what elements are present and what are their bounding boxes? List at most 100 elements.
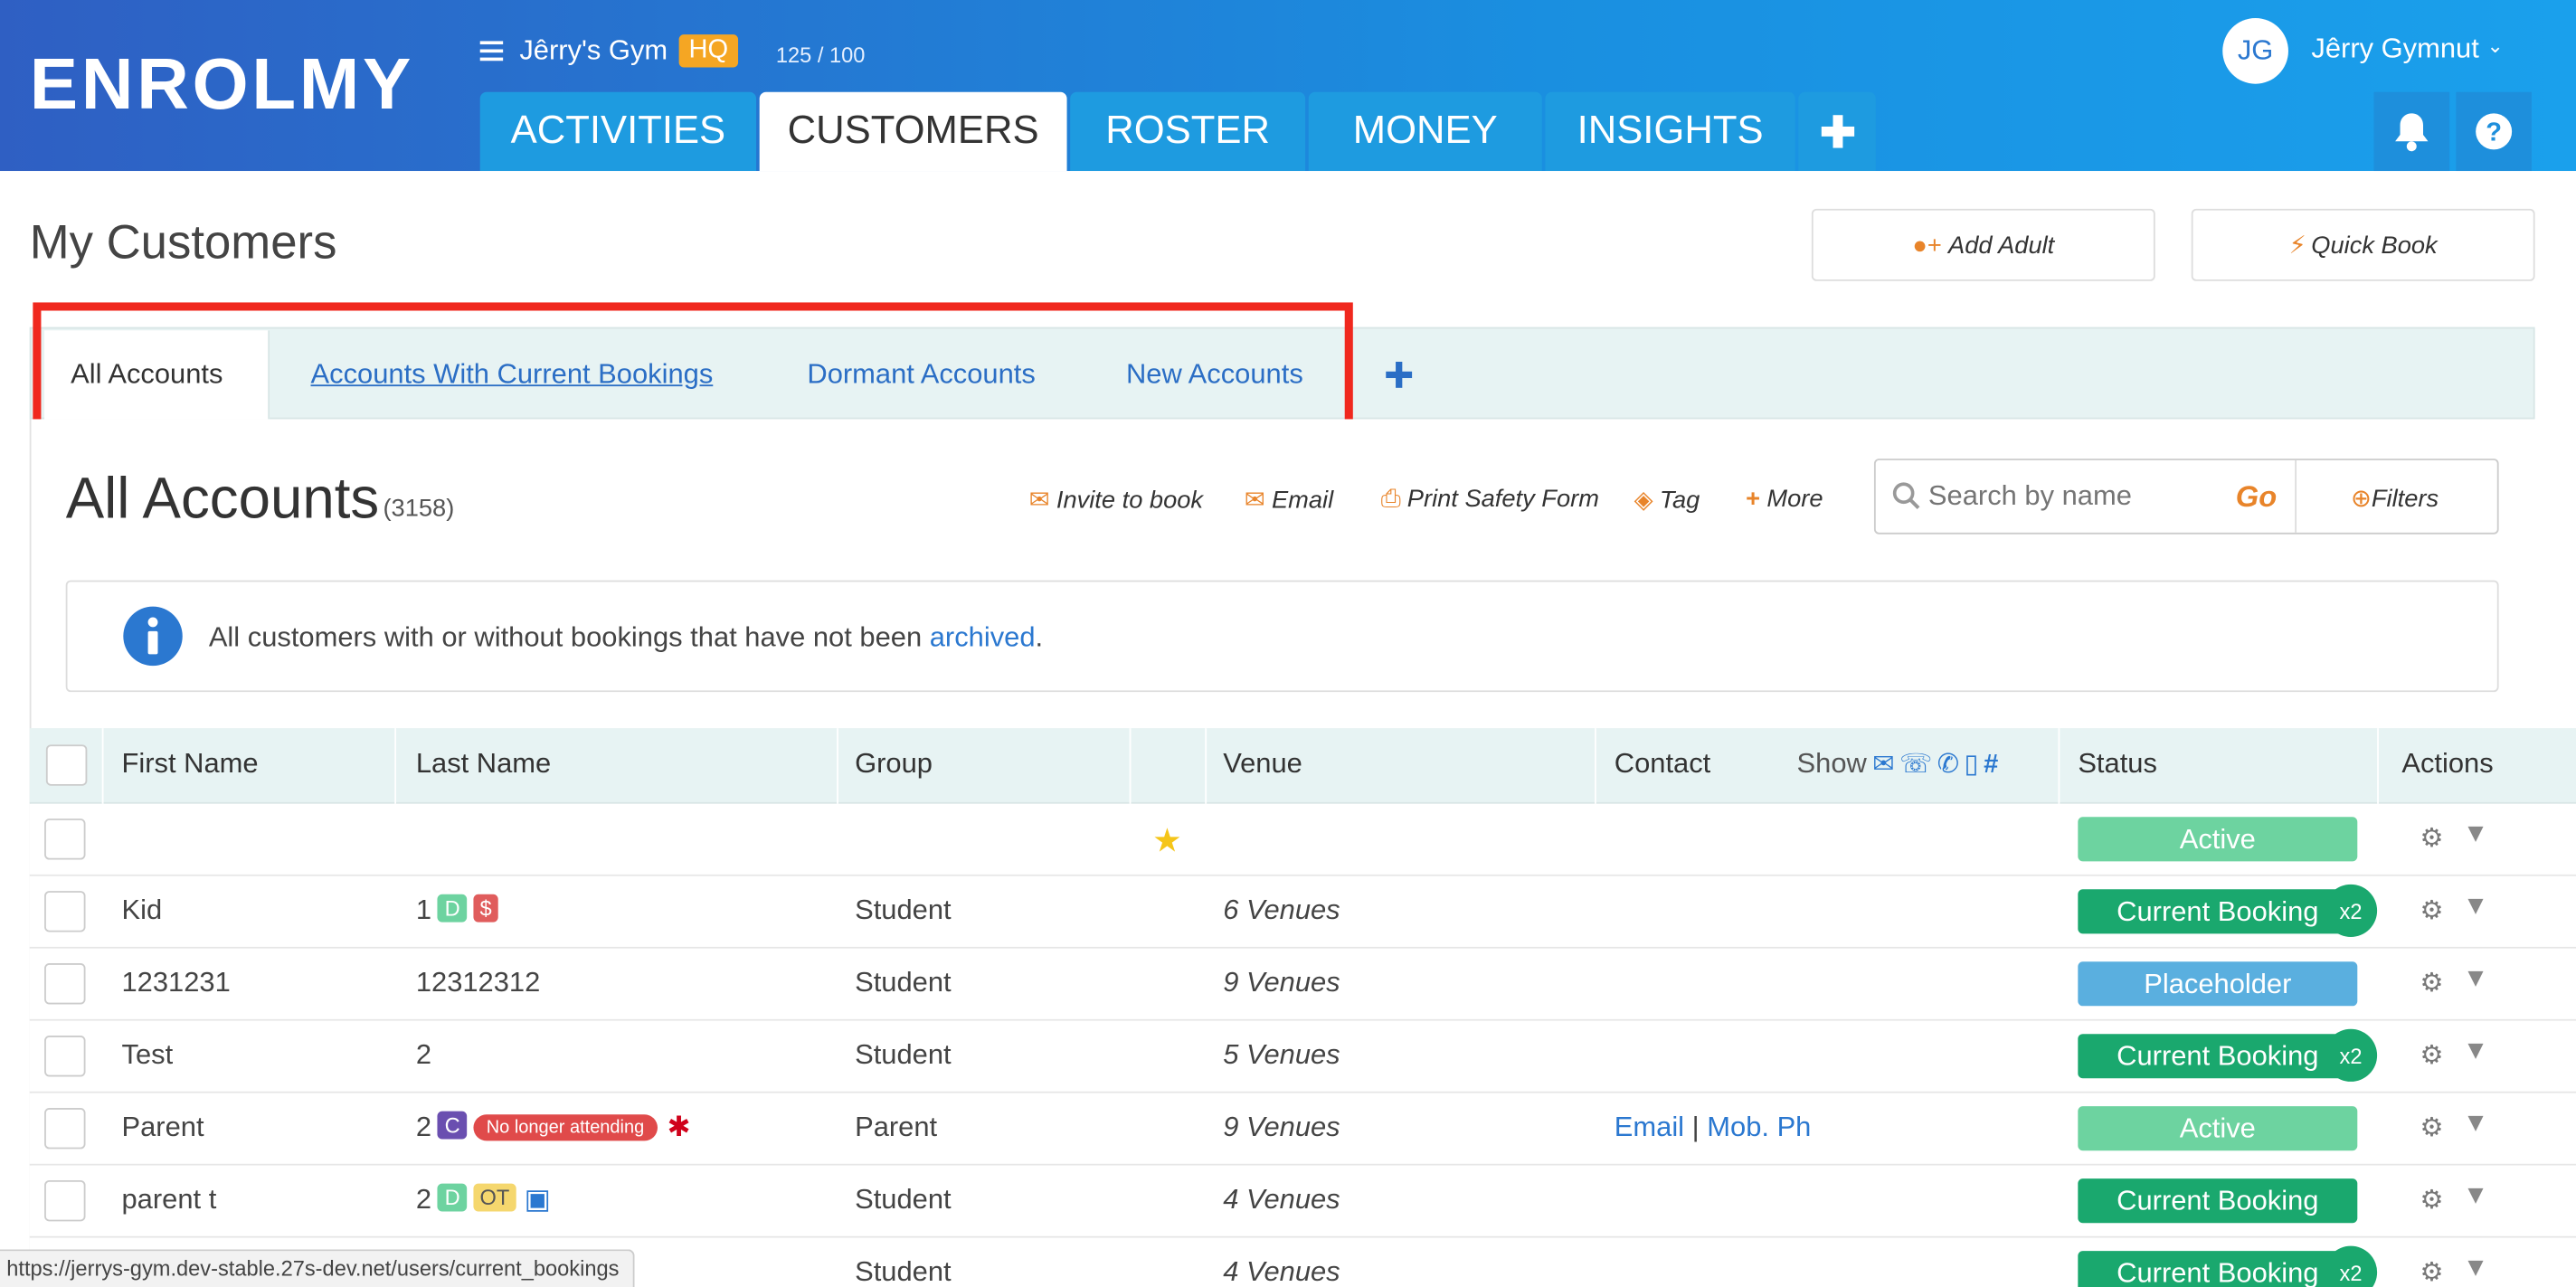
status-badge[interactable]: Placeholder: [2078, 961, 2358, 1007]
envelope-icon: ✉: [1244, 486, 1265, 515]
chevron-down-icon[interactable]: ▼: [2463, 893, 2489, 923]
column-contact[interactable]: Contact: [1615, 748, 1710, 781]
tab-money[interactable]: MONEY: [1308, 91, 1542, 172]
envelope-icon[interactable]: ✉: [1872, 752, 1899, 780]
last-name[interactable]: 2 D OT ▣: [416, 1183, 551, 1216]
last-name[interactable]: 2 C No longer attending ✱: [416, 1111, 691, 1144]
tab-activities[interactable]: ACTIVITIES: [479, 91, 757, 172]
hq-badge: HQ: [678, 34, 739, 68]
chevron-down-icon[interactable]: ▼: [2463, 1037, 2489, 1067]
gear-icon[interactable]: ⚙: [2420, 1256, 2443, 1287]
add-user-icon: ●+: [1912, 231, 1942, 260]
search-input[interactable]: [1927, 473, 2225, 520]
go-button[interactable]: Go: [2236, 480, 2277, 515]
hamburger-icon[interactable]: [479, 41, 504, 62]
row-checkbox[interactable]: [44, 963, 86, 1005]
chevron-down-icon[interactable]: ▼: [2463, 965, 2489, 995]
column-venue[interactable]: Venue: [1223, 748, 1302, 781]
hash-icon[interactable]: #: [1984, 752, 2003, 780]
last-name-text: 1: [415, 894, 432, 926]
add-view-button[interactable]: [1386, 361, 1413, 396]
add-adult-label: Add Adult: [1948, 231, 2055, 260]
tab-customers[interactable]: CUSTOMERS: [759, 91, 1067, 172]
gear-icon[interactable]: ⚙: [2420, 967, 2443, 999]
archived-link[interactable]: archived: [930, 621, 1036, 653]
tag-action[interactable]: ◈ Tag: [1634, 485, 1700, 515]
more-action[interactable]: + More: [1746, 485, 1823, 513]
status-badge[interactable]: Current Booking: [2078, 1178, 2358, 1224]
row-checkbox[interactable]: [44, 891, 86, 932]
filters-button[interactable]: ⊕Filters: [2351, 483, 2439, 513]
first-name[interactable]: Test: [121, 1039, 173, 1072]
column-group[interactable]: Group: [855, 748, 933, 781]
first-name[interactable]: 1231231: [121, 967, 230, 999]
first-name[interactable]: Parent: [121, 1112, 204, 1144]
phone-icon[interactable]: ✆: [1937, 752, 1965, 780]
search-icon: [1892, 482, 1920, 510]
gear-icon[interactable]: ⚙: [2420, 1112, 2443, 1144]
status-badge[interactable]: Current Booking: [2078, 889, 2358, 934]
quick-book-button[interactable]: ⚡ Quick Book: [2191, 208, 2535, 281]
status-badge[interactable]: Active: [2078, 817, 2358, 862]
mobile-icon[interactable]: ▯: [1965, 752, 1984, 780]
status-badge[interactable]: Active: [2078, 1106, 2358, 1151]
contact: Email | Mob. Ph: [1615, 1112, 1812, 1144]
gear-icon[interactable]: ⚙: [2420, 1039, 2443, 1072]
last-name[interactable]: 1 D $: [416, 894, 498, 927]
contact-email-link[interactable]: Email: [1615, 1112, 1684, 1143]
chevron-down-icon[interactable]: ▼: [2463, 820, 2489, 850]
first-name[interactable]: Kid: [121, 894, 162, 927]
status-badge[interactable]: Current Booking: [2078, 1251, 2358, 1287]
email-action[interactable]: ✉ Email: [1245, 485, 1333, 515]
table-row[interactable]: parent t 2 D OT ▣ Student 4 Venues Current …: [29, 1165, 2576, 1238]
chevron-down-icon[interactable]: ▼: [2463, 1110, 2489, 1140]
column-first-name[interactable]: First Name: [121, 748, 258, 781]
user-name-dropdown[interactable]: Jêrry Gymnut ⌄: [2311, 33, 2503, 65]
bolt-icon: ⚡: [2288, 232, 2306, 260]
notifications-button[interactable]: [2373, 91, 2450, 172]
gym-name[interactable]: Jêrry's Gym: [519, 34, 668, 67]
enrolmy-logo[interactable]: ENROLMY: [30, 49, 414, 122]
row-checkbox[interactable]: [44, 1179, 86, 1222]
table-row[interactable]: Kid 1 D $ Student 6 Venues Current Booking…: [29, 875, 2576, 949]
avatar[interactable]: JG: [2222, 17, 2288, 84]
status-badge[interactable]: Current Booking: [2078, 1034, 2358, 1079]
column-divider: [2058, 728, 2060, 804]
tab-roster[interactable]: ROSTER: [1070, 91, 1306, 172]
contact-toggle-icons[interactable]: ✉☏✆▯#: [1872, 748, 2003, 781]
chevron-down-icon: ⌄: [2486, 34, 2504, 58]
column-status[interactable]: Status: [2078, 748, 2157, 781]
show-label: Show: [1796, 747, 1867, 780]
add-tab-button[interactable]: [1798, 91, 1876, 172]
highlight-box: [33, 302, 1353, 433]
chevron-down-icon[interactable]: ▼: [2463, 1182, 2489, 1212]
group: Student: [855, 1183, 952, 1216]
invite-to-book-action[interactable]: ✉ Invite to book: [1029, 485, 1203, 515]
table-row[interactable]: Parent 2 C No longer attending ✱ Parent 9 V…: [29, 1093, 2576, 1166]
tab-insights[interactable]: INSIGHTS: [1545, 91, 1795, 172]
first-name[interactable]: parent t: [121, 1184, 216, 1216]
row-checkbox[interactable]: [44, 819, 86, 860]
star-icon[interactable]: ★: [1152, 820, 1182, 861]
last-name[interactable]: 2: [416, 1039, 431, 1072]
phone-square-icon[interactable]: ☏: [1899, 752, 1937, 780]
gear-icon[interactable]: ⚙: [2420, 822, 2443, 855]
info-box: All customers with or without bookings t…: [65, 580, 2499, 693]
list-heading: All Accounts: [65, 467, 380, 532]
column-last-name[interactable]: Last Name: [416, 748, 551, 781]
table-row[interactable]: 1231231 12312312 Student 9 Venues Placeh…: [29, 948, 2576, 1021]
select-all-checkbox[interactable]: [45, 744, 88, 786]
contact-phone-link[interactable]: Mob. Ph: [1707, 1112, 1811, 1143]
gear-icon[interactable]: ⚙: [2420, 894, 2443, 927]
list-count: (3158): [383, 495, 455, 523]
row-checkbox[interactable]: [44, 1107, 86, 1150]
table-row[interactable]: ★ Active ⚙ ▼: [29, 803, 2576, 876]
print-safety-form-action[interactable]: ⎙ Print Safety Form: [1381, 485, 1599, 513]
gear-icon[interactable]: ⚙: [2420, 1184, 2443, 1216]
table-row[interactable]: Test 2 Student 5 Venues Current Booking …: [29, 1020, 2576, 1093]
row-checkbox[interactable]: [44, 1036, 86, 1077]
help-button[interactable]: ?: [2456, 91, 2532, 172]
add-adult-button[interactable]: ●+ Add Adult: [1811, 208, 2155, 281]
last-name[interactable]: 12312312: [416, 967, 540, 999]
chevron-down-icon[interactable]: ▼: [2463, 1254, 2489, 1284]
